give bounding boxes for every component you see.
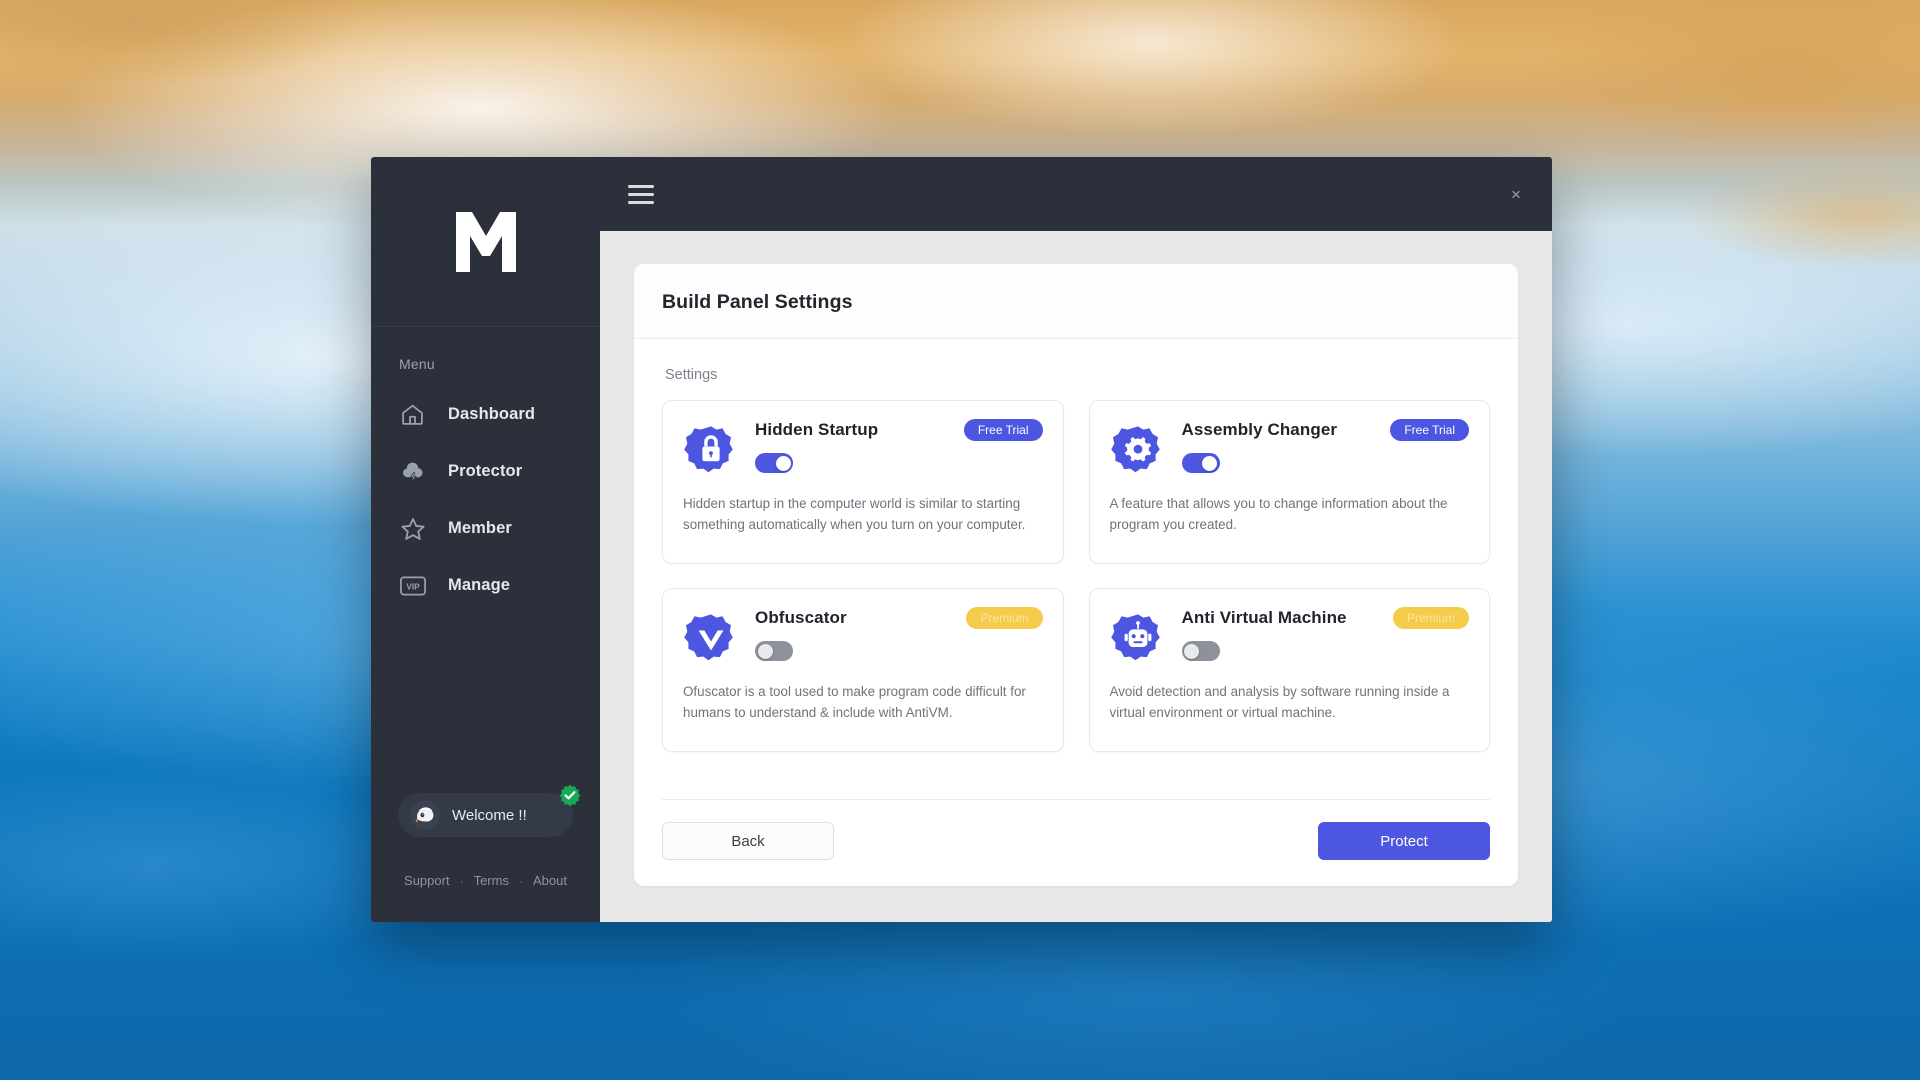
menu-toggle-icon[interactable]: [628, 184, 654, 204]
feature-card-obfuscator: Obfuscator Premium Ofuscator is a tool u: [662, 588, 1064, 752]
cloud-bolt-icon: [399, 458, 426, 485]
chevron-badge-icon: [683, 609, 739, 665]
status-badge: Premium: [966, 607, 1043, 629]
sidebar-item-member[interactable]: Member: [371, 500, 600, 557]
feature-title: Hidden Startup: [755, 420, 879, 439]
svg-text:VIP: VIP: [406, 582, 420, 591]
sidebar-footer-links: Support · Terms · About: [371, 843, 600, 922]
sidebar-item-label: Dashboard: [448, 405, 536, 423]
sidebar-item-manage[interactable]: VIP Manage: [371, 557, 600, 614]
feature-title: Obfuscator: [755, 608, 847, 627]
feature-card-anti-virtual-machine: Anti Virtual Machine Premium Avoid detec: [1088, 588, 1490, 752]
protect-button[interactable]: Protect: [1318, 822, 1490, 860]
feature-toggle[interactable]: [1181, 641, 1220, 661]
status-badge: Free Trial: [963, 419, 1043, 441]
feature-toggle[interactable]: [1181, 453, 1220, 473]
avatar-icon: [410, 800, 440, 830]
close-icon[interactable]: ×: [1503, 181, 1529, 207]
sidebar-item-label: Protector: [448, 462, 523, 480]
page-title: Build Panel Settings: [662, 291, 853, 313]
robot-badge-icon: [1110, 609, 1166, 665]
toggle-knob: [757, 643, 773, 659]
feature-description: Hidden startup in the computer world is …: [683, 496, 1026, 532]
desktop-wallpaper: Menu Dashboard Protector Member VIP Mana…: [0, 0, 1920, 1080]
m-logo-icon: [455, 211, 516, 272]
sidebar-item-label: Manage: [448, 576, 511, 594]
main-column: × Build Panel Settings Settings Hidden S…: [600, 157, 1552, 922]
footer-link-terms[interactable]: Terms: [474, 873, 509, 888]
feature-cards-grid: Hidden Startup Free Trial Hidden startup: [662, 400, 1490, 752]
feature-card-hidden-startup: Hidden Startup Free Trial Hidden startup: [662, 400, 1064, 564]
content-area: Build Panel Settings Settings Hidden Sta…: [600, 231, 1552, 922]
build-panel-settings-card: Build Panel Settings Settings Hidden Sta…: [634, 264, 1518, 886]
status-badge: Free Trial: [1390, 419, 1469, 441]
footer-separator: ·: [459, 873, 464, 888]
home-icon: [399, 401, 426, 428]
feature-toggle[interactable]: [755, 641, 793, 661]
vip-badge-icon: VIP: [399, 572, 426, 599]
footer-link-about[interactable]: About: [533, 873, 567, 888]
app-logo: [371, 157, 600, 327]
hamburger-bar: [628, 192, 654, 196]
gear-badge-icon: [1110, 421, 1166, 477]
toggle-knob: [1184, 643, 1199, 659]
welcome-text: Welcome !!: [452, 806, 527, 824]
feature-title: Assembly Changer: [1181, 420, 1338, 439]
sidebar-item-protector[interactable]: Protector: [371, 443, 600, 500]
account-area: Welcome !!: [398, 784, 581, 843]
titlebar: ×: [600, 157, 1552, 231]
sidebar: Menu Dashboard Protector Member VIP Mana…: [371, 157, 600, 922]
hamburger-bar: [628, 200, 654, 204]
star-icon: [399, 515, 426, 542]
account-pill[interactable]: Welcome !!: [398, 784, 581, 837]
app-window: Menu Dashboard Protector Member VIP Mana…: [371, 157, 1552, 922]
feature-description: Ofuscator is a tool used to make program…: [683, 684, 1026, 720]
feature-description: Avoid detection and analysis by software…: [1109, 684, 1450, 720]
settings-section-label: Settings: [665, 367, 718, 383]
verified-check-icon: [559, 784, 581, 807]
back-button[interactable]: Back: [662, 822, 834, 860]
feature-card-assembly-changer: Assembly Changer Free Trial A feature th: [1088, 400, 1490, 564]
lock-badge-icon: [683, 421, 739, 477]
sidebar-item-dashboard[interactable]: Dashboard: [371, 386, 600, 443]
sidebar-menu: Dashboard Protector Member VIP Manage: [371, 386, 600, 614]
feature-toggle[interactable]: [755, 453, 793, 473]
hamburger-bar: [628, 184, 654, 188]
footer-link-support[interactable]: Support: [404, 873, 450, 888]
panel-footer: Back Protect: [662, 799, 1490, 886]
feature-description: A feature that allows you to change info…: [1109, 496, 1448, 532]
sidebar-item-label: Member: [448, 519, 512, 537]
menu-heading: Menu: [399, 356, 435, 372]
toggle-knob: [775, 455, 791, 471]
status-badge: Premium: [1392, 607, 1469, 629]
panel-header: Build Panel Settings: [634, 264, 1518, 339]
feature-title: Anti Virtual Machine: [1181, 608, 1347, 627]
toggle-knob: [1202, 455, 1217, 471]
panel-body: Settings Hidden Startup Free Trial Hidde…: [634, 339, 1518, 799]
footer-separator: ·: [518, 873, 523, 888]
